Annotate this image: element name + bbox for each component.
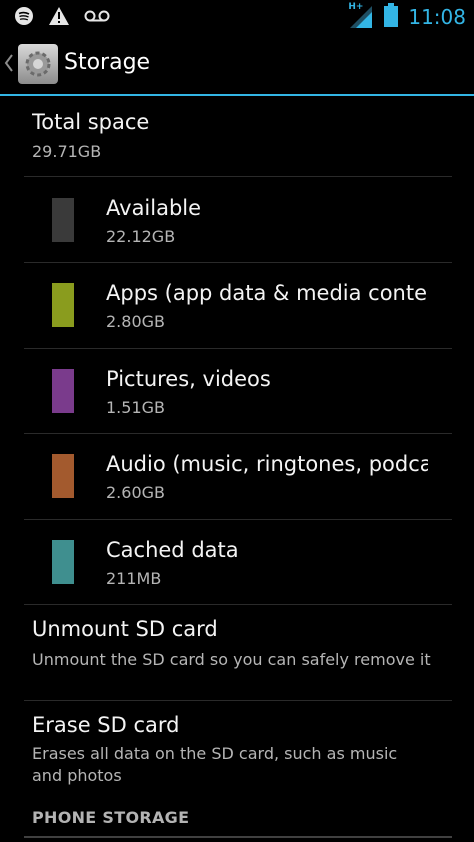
erase-title: Erase SD card	[32, 713, 180, 737]
signal-icon: H+	[348, 2, 374, 30]
gear-icon	[25, 51, 51, 77]
total-space-value: 29.71GB	[32, 142, 102, 161]
color-swatch	[52, 454, 74, 498]
action-bar: Storage	[0, 34, 474, 96]
chevron-left-icon[interactable]	[4, 54, 14, 76]
action-bar-divider	[0, 94, 474, 96]
battery-icon	[384, 3, 399, 31]
list-item-available[interactable]: Available 22.12GB	[0, 178, 474, 263]
color-swatch	[52, 369, 74, 413]
category-label: Pictures, videos	[106, 367, 271, 391]
category-value: 2.60GB	[106, 483, 165, 502]
list-item-apps[interactable]: Apps (app data & media content) 2.80GB	[0, 263, 474, 349]
category-value: 211MB	[106, 569, 162, 588]
category-label: Cached data	[106, 538, 239, 562]
section-header-divider	[24, 836, 452, 838]
spotify-icon	[14, 6, 34, 30]
category-value: 2.80GB	[106, 312, 165, 331]
category-label: Apps (app data & media content)	[106, 281, 428, 305]
page-title: Storage	[64, 50, 151, 75]
clock: 11:08	[408, 5, 466, 29]
list-item-audio[interactable]: Audio (music, ringtones, podcasts) 2.60G…	[0, 434, 474, 520]
list-item-cached-data[interactable]: Cached data 211MB	[0, 520, 474, 605]
color-swatch	[52, 540, 74, 584]
status-bar: H+ 11:08	[0, 0, 474, 34]
category-label: Available	[106, 196, 202, 220]
voicemail-icon	[84, 8, 110, 28]
unmount-summary: Unmount the SD card so you can safely re…	[32, 650, 431, 669]
total-space-row: Total space 29.71GB	[0, 106, 474, 178]
phone-storage-header: PHONE STORAGE	[32, 808, 190, 827]
color-swatch	[52, 198, 74, 242]
erase-summary: Erases all data on the SD card, such as …	[32, 744, 398, 785]
unmount-sd-card-item[interactable]: Unmount SD card Unmount the SD card so y…	[0, 605, 474, 701]
list-item-pictures[interactable]: Pictures, videos 1.51GB	[0, 349, 474, 434]
warning-icon	[48, 6, 70, 30]
category-label: Audio (music, ringtones, podcasts)	[106, 452, 428, 476]
unmount-title: Unmount SD card	[32, 617, 218, 641]
erase-sd-card-item[interactable]: Erase SD card Erases all data on the SD …	[0, 701, 474, 799]
category-value: 1.51GB	[106, 398, 165, 417]
settings-app-icon[interactable]	[18, 44, 58, 84]
category-value: 22.12GB	[106, 227, 176, 246]
total-space-label: Total space	[32, 110, 150, 134]
divider	[24, 176, 452, 177]
color-swatch	[52, 283, 74, 327]
